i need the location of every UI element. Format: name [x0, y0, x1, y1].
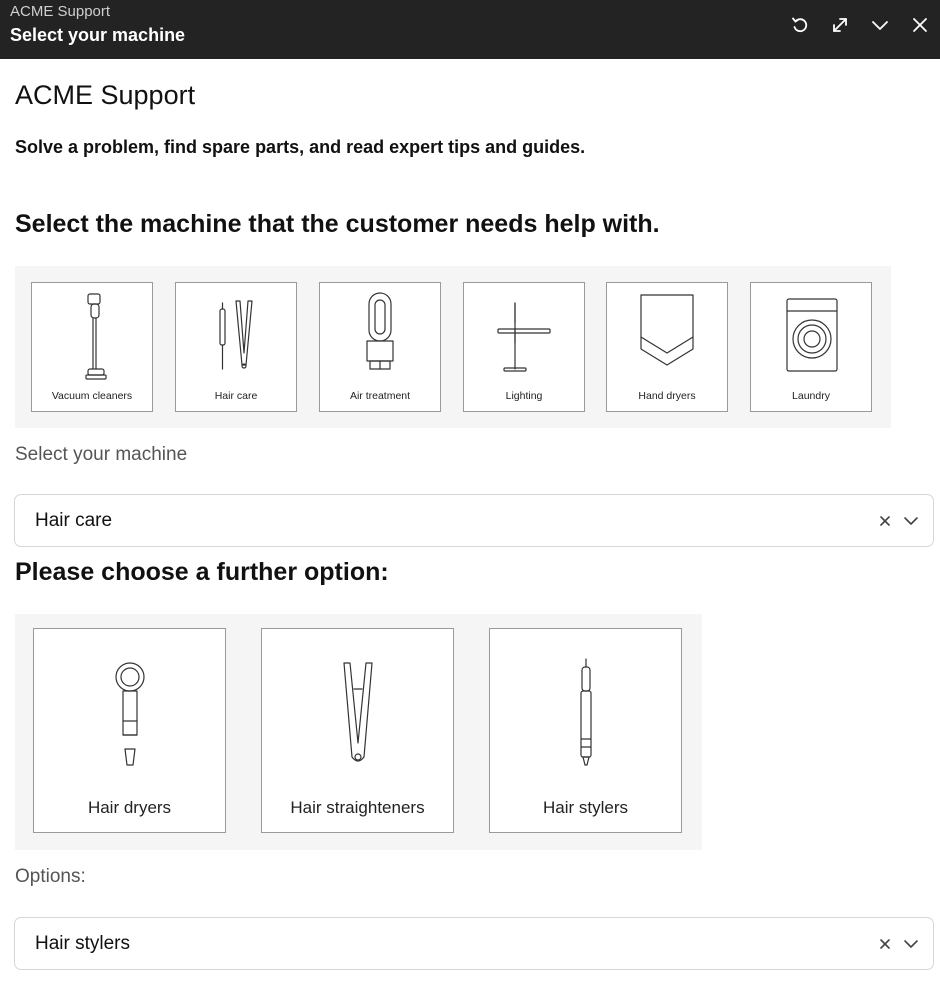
- page-description: Solve a problem, find spare parts, and r…: [15, 137, 586, 157]
- options-select-value: Hair stylers: [35, 933, 131, 954]
- window-controls: [780, 10, 940, 40]
- machine-select-label: Select your machine: [15, 444, 188, 465]
- machine-prompt: Select the machine that the customer nee…: [15, 210, 660, 238]
- option-card-hair-dryers[interactable]: Hair dryers: [33, 628, 226, 833]
- category-card-vacuum-cleaners[interactable]: Vacuum cleaners: [31, 282, 153, 412]
- category-card-air-treatment[interactable]: Air treatment: [319, 282, 441, 412]
- category-card-hair-care[interactable]: Hair care: [175, 282, 297, 412]
- category-card-hand-dryers[interactable]: Hand dryers: [606, 282, 728, 412]
- window-title: Select your machine: [10, 25, 186, 45]
- category-label: Hair care: [214, 390, 258, 402]
- app-name: ACME Support: [10, 3, 111, 20]
- chevron-down-icon[interactable]: [860, 10, 900, 40]
- clear-icon[interactable]: [875, 511, 895, 531]
- option-label: Hair dryers: [87, 798, 172, 817]
- category-card-lighting[interactable]: Lighting: [463, 282, 585, 412]
- option-grid: Hair dryers Hair straighteners Hair styl…: [15, 614, 702, 850]
- machine-select-value: Hair care: [35, 510, 113, 531]
- category-label: Air treatment: [349, 390, 411, 402]
- clear-icon[interactable]: [875, 934, 895, 954]
- options-select-label: Options:: [15, 866, 86, 887]
- category-label: Hand dryers: [638, 390, 696, 402]
- category-label: Vacuum cleaners: [51, 390, 133, 402]
- chevron-down-icon[interactable]: [901, 934, 921, 954]
- refresh-icon[interactable]: [780, 10, 820, 40]
- expand-icon[interactable]: [820, 10, 860, 40]
- further-option-prompt: Please choose a further option:: [15, 558, 389, 586]
- category-card-laundry[interactable]: Laundry: [750, 282, 872, 412]
- options-select[interactable]: Hair stylers: [14, 917, 934, 970]
- chevron-down-icon[interactable]: [901, 511, 921, 531]
- window-titlebar: ACME Support Select your machine: [0, 0, 940, 59]
- page-title: ACME Support: [15, 80, 196, 110]
- close-icon[interactable]: [900, 10, 940, 40]
- machine-category-grid: Vacuum cleaners Hair care Air treatment: [15, 266, 891, 428]
- option-card-hair-stylers[interactable]: Hair stylers: [489, 628, 682, 833]
- option-card-hair-straighteners[interactable]: Hair straighteners: [261, 628, 454, 833]
- option-label: Hair straighteners: [290, 798, 425, 817]
- category-label: Lighting: [505, 390, 543, 402]
- machine-select[interactable]: Hair care: [14, 494, 934, 547]
- category-label: Laundry: [792, 390, 830, 402]
- option-label: Hair stylers: [542, 798, 628, 817]
